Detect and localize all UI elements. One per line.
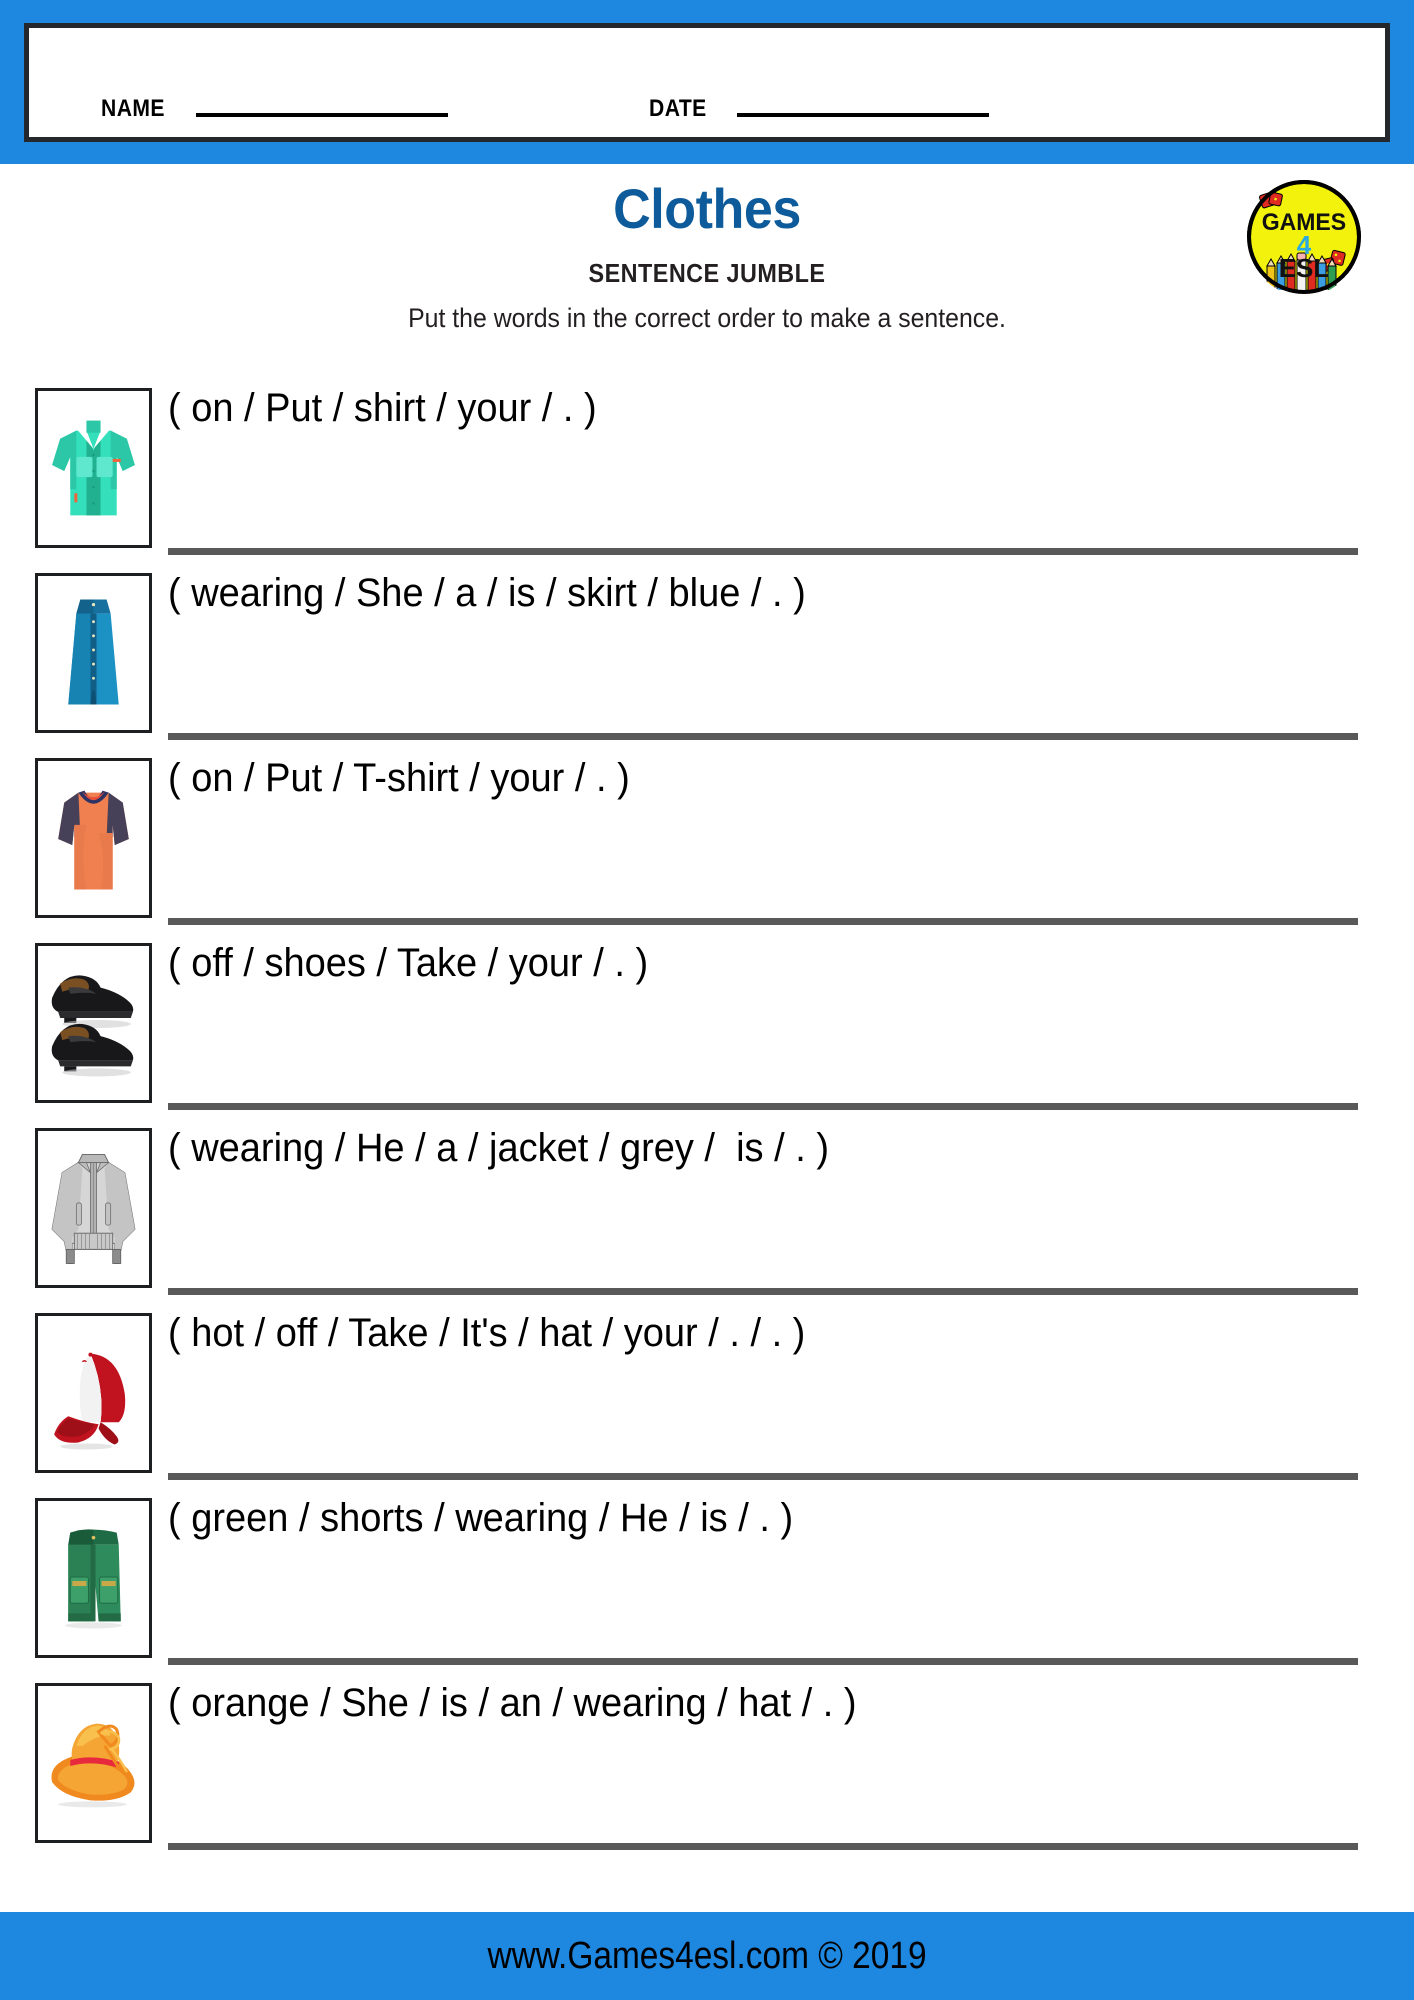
- date-field[interactable]: DATE: [649, 95, 989, 123]
- question-list: ( on / Put / shirt / your / . ) (wearin…: [0, 380, 1414, 1860]
- skirt-icon: [68, 599, 119, 705]
- page-title: Clothes: [613, 177, 801, 240]
- question-row: ( orange / She / is / an / wearing / hat…: [0, 1675, 1414, 1860]
- question-row: ( green / shorts / wearing / He / is / .…: [0, 1490, 1414, 1675]
- shoes-icon: [51, 975, 134, 1077]
- question-row: ( wearing / He / a / jacket / grey / is …: [0, 1120, 1414, 1305]
- answer-write-line[interactable]: [168, 733, 1358, 740]
- shirt-icon: [52, 420, 135, 516]
- name-label: NAME: [101, 95, 165, 122]
- question-row: ( on / Put / T-shirt / your / . ): [0, 750, 1414, 935]
- question-row: ( on / Put / shirt / your / . ): [0, 380, 1414, 565]
- question-image-box: [35, 1683, 152, 1843]
- sentence-jumble-prompt: ( off / shoes / Take / your / . ): [168, 941, 649, 985]
- date-write-line[interactable]: [736, 113, 989, 117]
- sentence-jumble-prompt: ( on / Put / T-shirt / your / . ): [168, 756, 630, 800]
- answer-write-line[interactable]: [168, 1658, 1358, 1665]
- logo-esl-text: ESL: [1279, 253, 1330, 283]
- footer-blue-band: www.Games4esl.com © 2019: [0, 1912, 1414, 2000]
- answer-write-line[interactable]: [168, 1103, 1358, 1110]
- page-subtitle: SENTENCE JUMBLE: [588, 258, 826, 288]
- tshirt-icon: [58, 790, 129, 890]
- question-image-box: [35, 1313, 152, 1473]
- shorts-icon: [65, 1529, 122, 1629]
- question-image-box: [35, 758, 152, 918]
- cap-icon: [54, 1352, 126, 1450]
- question-image-box: [35, 943, 152, 1103]
- name-field[interactable]: NAME: [101, 95, 448, 123]
- sentence-jumble-prompt: ( green / shorts / wearing / He / is / .…: [168, 1496, 794, 1540]
- question-image-box: [35, 1498, 152, 1658]
- question-row: ( hot / off / Take / It's / hat / your /…: [0, 1305, 1414, 1490]
- question-row: ( wearing / She / a / is / skirt / blue …: [0, 565, 1414, 750]
- sentence-jumble-prompt: ( hot / off / Take / It's / hat / your /…: [168, 1311, 806, 1355]
- answer-write-line[interactable]: [168, 1843, 1358, 1850]
- sentence-jumble-prompt: ( orange / She / is / an / wearing / hat…: [168, 1681, 857, 1725]
- games4esl-logo: GAMES 4 ESL: [1245, 178, 1363, 297]
- sentence-jumble-prompt: ( wearing / He / a / jacket / grey / is …: [168, 1126, 829, 1170]
- sentence-jumble-prompt: ( on / Put / shirt / your / . ): [168, 386, 597, 430]
- answer-write-line[interactable]: [168, 1288, 1358, 1295]
- answer-write-line[interactable]: [168, 548, 1358, 555]
- instructions-text: Put the words in the correct order to ma…: [408, 303, 1006, 333]
- sunhat-icon: [51, 1723, 135, 1808]
- sentence-jumble-prompt: ( wearing / She / a / is / skirt / blue …: [168, 571, 806, 615]
- worksheet-page: NAME DATE Clothes SENTENCE JUMBLE Put th…: [0, 0, 1414, 2000]
- top-blue-band: NAME DATE: [0, 0, 1414, 164]
- name-write-line[interactable]: [195, 113, 448, 117]
- footer-copyright: www.Games4esl.com © 2019: [487, 1934, 927, 1977]
- jacket-icon: [51, 1154, 136, 1265]
- answer-write-line[interactable]: [168, 1473, 1358, 1480]
- question-image-box: [35, 388, 152, 548]
- name-date-box: NAME DATE: [24, 23, 1390, 142]
- question-row: ( off / shoes / Take / your / . ): [0, 935, 1414, 1120]
- answer-write-line[interactable]: [168, 918, 1358, 925]
- question-image-box: [35, 1128, 152, 1288]
- question-image-box: [35, 573, 152, 733]
- date-label: DATE: [649, 95, 707, 122]
